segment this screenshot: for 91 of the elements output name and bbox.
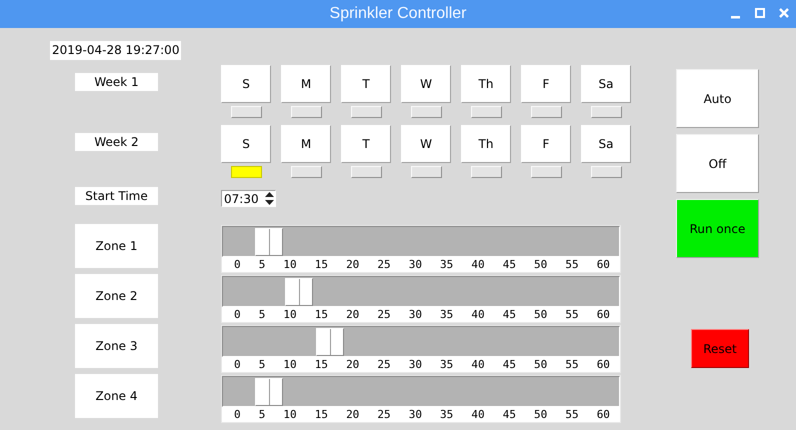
tick-label: 0	[234, 358, 241, 371]
tick-label: 30	[408, 258, 422, 271]
tick-label: 35	[440, 308, 454, 321]
day-button[interactable]: Sa	[581, 125, 631, 163]
day-button[interactable]: W	[401, 125, 451, 163]
tick-label: 45	[502, 358, 516, 371]
day-button[interactable]: S	[221, 65, 271, 103]
tick-label: 15	[314, 308, 328, 321]
mode-button[interactable]: Auto	[676, 69, 759, 128]
clock-display: 2019-04-28 19:27:00	[50, 41, 182, 60]
tick-label: 5	[258, 258, 266, 271]
tick-label: 55	[565, 308, 579, 321]
tick-label: 25	[377, 258, 391, 271]
tick-label: 50	[534, 358, 548, 371]
tick-label: 15	[314, 258, 328, 271]
tick-label: 35	[440, 408, 454, 421]
duration-slider[interactable]: 0 5 10 15 20 25 30 35 40 45 50 55 60	[221, 375, 621, 423]
tick-label: 60	[596, 258, 610, 271]
day-button[interactable]: F	[521, 65, 571, 103]
week-label: Week 1	[75, 73, 158, 91]
week-label: Week 2	[75, 133, 158, 151]
tick-label: 45	[502, 258, 516, 271]
day-button[interactable]: S	[221, 125, 271, 163]
tick-label: 15	[314, 358, 328, 371]
tick-label: 30	[408, 408, 422, 421]
tick-label: 50	[534, 308, 548, 321]
tick-label: 10	[283, 358, 297, 371]
day-button[interactable]: Th	[461, 125, 511, 163]
zone-label: Zone 2	[75, 274, 158, 318]
window-title: Sprinkler Controller	[330, 5, 466, 23]
zone-label: Zone 1	[75, 224, 158, 268]
day-button[interactable]: W	[401, 65, 451, 103]
tick-label: 40	[471, 358, 485, 371]
day-button[interactable]: T	[341, 65, 391, 103]
tick-label: 60	[596, 358, 610, 371]
tick-label: 35	[440, 358, 454, 371]
tick-label: 5	[258, 408, 266, 421]
zone-label: Zone 4	[75, 374, 158, 418]
tick-label: 25	[377, 308, 391, 321]
tick-label: 5	[258, 308, 266, 321]
duration-slider[interactable]: 0 5 10 15 20 25 30 35 40 45 50 55 60	[221, 275, 621, 323]
zone-label: Zone 3	[75, 324, 158, 368]
tick-label: 15	[314, 408, 328, 421]
slider-thumb[interactable]	[254, 378, 283, 406]
mode-button[interactable]: Run once	[676, 199, 759, 258]
tick-label: 55	[565, 358, 579, 371]
maximize-icon[interactable]	[754, 7, 766, 19]
tick-label: 20	[346, 358, 360, 371]
spin-arrows-icon[interactable]	[264, 191, 275, 206]
tick-label: 60	[596, 408, 610, 421]
day-button[interactable]: M	[281, 65, 331, 103]
tick-label: 45	[502, 408, 516, 421]
close-icon[interactable]	[778, 7, 790, 19]
tick-label: 55	[565, 258, 579, 271]
mode-button[interactable]: Off	[676, 134, 759, 193]
duration-slider[interactable]: 0 5 10 15 20 25 30 35 40 45 50 55 60	[221, 225, 621, 273]
day-button[interactable]: M	[281, 125, 331, 163]
tick-label: 55	[565, 408, 579, 421]
tick-label: 30	[408, 308, 422, 321]
tick-label: 35	[440, 258, 454, 271]
slider-thumb[interactable]	[316, 328, 344, 356]
tick-label: 0	[234, 408, 241, 421]
tick-label: 25	[377, 358, 391, 371]
tick-label: 40	[471, 258, 485, 271]
tick-label: 20	[346, 308, 360, 321]
tick-label: 40	[471, 308, 485, 321]
day-button[interactable]: T	[341, 125, 391, 163]
tick-label: 0	[234, 258, 241, 271]
tick-label: 0	[234, 308, 241, 321]
tick-label: 10	[283, 258, 297, 271]
tick-label: 50	[534, 258, 548, 271]
tick-label: 5	[258, 358, 266, 371]
slider-thumb[interactable]	[285, 278, 314, 306]
tick-label: 20	[346, 258, 360, 271]
tick-label: 30	[408, 358, 422, 371]
day-button[interactable]: Sa	[581, 65, 631, 103]
tick-label: 40	[471, 408, 485, 421]
tick-label: 45	[502, 308, 516, 321]
tick-label: 60	[596, 308, 610, 321]
tick-label: 20	[346, 408, 360, 421]
day-button[interactable]: F	[521, 125, 571, 163]
tick-label: 25	[377, 408, 391, 421]
reset-button[interactable]: Reset	[691, 329, 749, 368]
tick-label: 10	[283, 308, 297, 321]
tick-label: 50	[534, 408, 548, 421]
tick-label: 10	[283, 408, 297, 421]
start-time-spinbox[interactable]: 07:30	[221, 190, 276, 207]
duration-slider[interactable]: 0 5 10 15 20 25 30 35 40 45 50 55 60	[221, 325, 621, 373]
start-time-label: Start Time	[75, 187, 158, 205]
day-button[interactable]: Th	[461, 65, 511, 103]
slider-thumb[interactable]	[254, 228, 283, 256]
